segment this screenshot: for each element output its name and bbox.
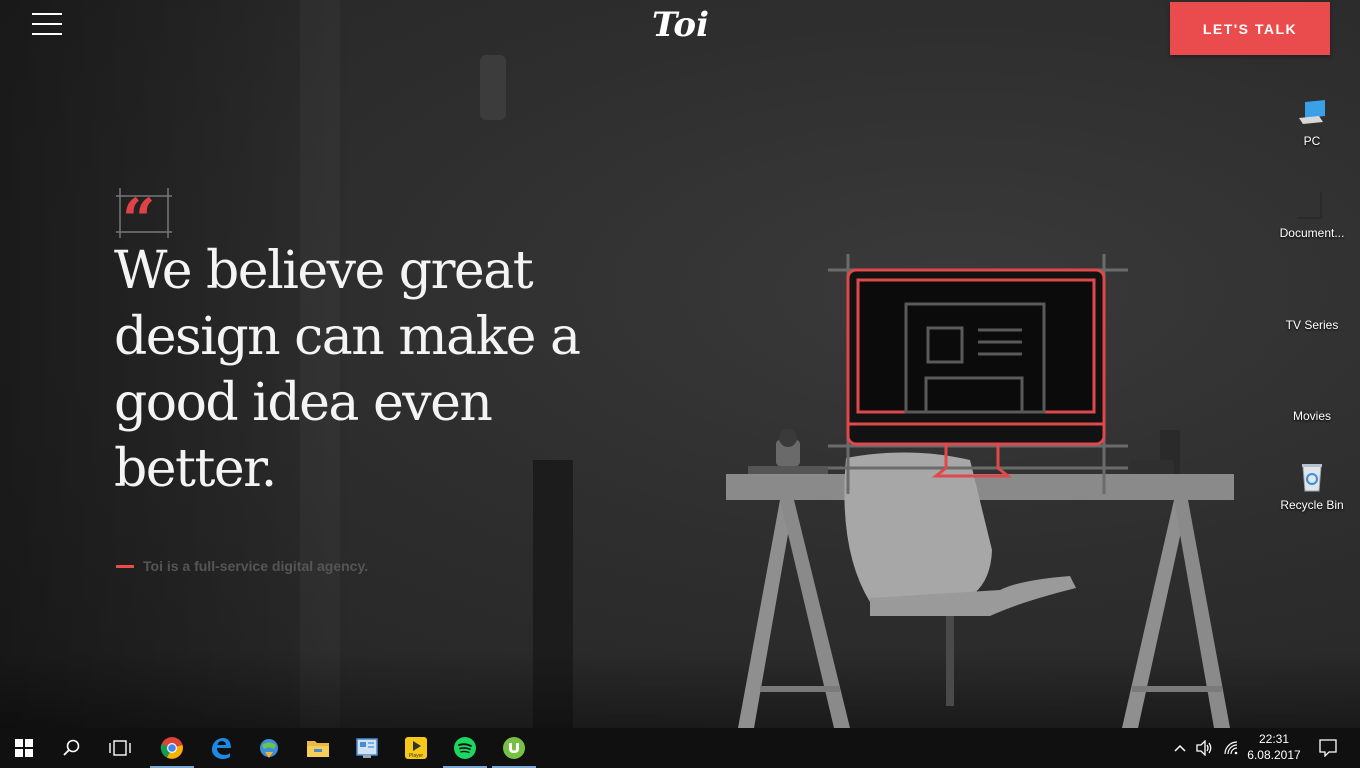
taskbar-utorrent[interactable]: [490, 728, 538, 768]
recycle-bin-icon: [1295, 462, 1329, 492]
edge-icon: [212, 738, 231, 759]
svg-text:“: “: [122, 188, 155, 238]
taskbar-spotify[interactable]: [441, 728, 489, 768]
logo-text: Toi: [652, 5, 709, 45]
tagline: Toi is a full-service digital agency.: [143, 558, 369, 574]
desk-top: [726, 474, 1234, 500]
desktop-icon-tv-series[interactable]: TV Series: [1272, 282, 1352, 334]
taskbar-download-manager[interactable]: [245, 728, 293, 768]
player-badge: Player: [409, 753, 424, 759]
tagline-row: Toi is a full-service digital agency.: [116, 558, 368, 574]
control-panel-icon: [356, 738, 378, 758]
action-center-button[interactable]: [1312, 728, 1344, 768]
speaker-icon: [1196, 740, 1212, 756]
lets-talk-button[interactable]: LET'S TALK: [1170, 2, 1330, 55]
notification-icon: [1319, 739, 1337, 757]
hero-headline: We believe great design can make a good …: [114, 241, 581, 499]
clock-time: 22:31: [1258, 732, 1290, 746]
tray-overflow-button[interactable]: [1170, 728, 1190, 768]
document-icon: [1295, 190, 1329, 220]
chevron-up-icon: [1174, 744, 1186, 752]
globe-download-icon: [260, 739, 278, 758]
taskbar: Player 22:31 6.08.2017: [0, 728, 1360, 768]
windows-start-icon: [15, 739, 33, 757]
task-view-icon: [109, 740, 131, 756]
desktop-icon-recycle-bin[interactable]: Recycle Bin: [1272, 462, 1352, 514]
desktop-icon-movies[interactable]: Movies: [1272, 373, 1352, 425]
desktop-icon-documents[interactable]: Document...: [1272, 190, 1352, 242]
clock-date: 6.08.2017: [1247, 748, 1301, 762]
player-icon: Player: [405, 737, 427, 759]
folder-icon: [307, 741, 329, 757]
folder-icon: [1295, 373, 1329, 403]
hamburger-menu-icon[interactable]: [32, 13, 62, 35]
wall-hook: [480, 55, 506, 120]
taskbar-clock[interactable]: 22:31 6.08.2017: [1244, 731, 1304, 763]
taskbar-player[interactable]: Player: [392, 728, 440, 768]
folder-icon: [1295, 282, 1329, 312]
tagline-dash: [116, 564, 134, 568]
search-button[interactable]: [48, 728, 96, 768]
wifi-icon: [1224, 741, 1238, 755]
spotify-icon: [454, 737, 476, 759]
search-icon: [63, 739, 80, 756]
taskbar-edge[interactable]: [197, 728, 245, 768]
taskbar-file-explorer[interactable]: [294, 728, 342, 768]
toi-logo[interactable]: Toi: [640, 2, 720, 46]
desk-illustration: [720, 250, 1240, 728]
desktop-icon-pc[interactable]: PC: [1272, 98, 1352, 150]
quote-icon: “: [116, 186, 172, 254]
start-button[interactable]: [0, 728, 48, 768]
utorrent-icon: [503, 737, 525, 759]
tray-network[interactable]: [1220, 728, 1242, 768]
task-view-button[interactable]: [96, 728, 144, 768]
tray-volume[interactable]: [1194, 728, 1216, 768]
taskbar-chrome[interactable]: [148, 728, 196, 768]
computer-icon: [1295, 98, 1329, 128]
taskbar-control-panel[interactable]: [343, 728, 391, 768]
chrome-icon: [160, 737, 183, 759]
